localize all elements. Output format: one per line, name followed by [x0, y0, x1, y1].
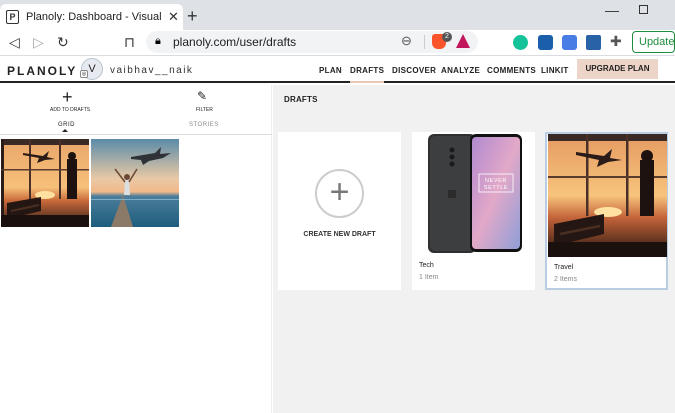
- tab-stories[interactable]: STORIES: [189, 122, 219, 128]
- grid-panel: + ADD TO DRAFTS ✎ FILTER GRID STORIES: [0, 85, 272, 413]
- magic-wand-icon[interactable]: ✎: [197, 89, 207, 103]
- url-text[interactable]: planoly.com/user/drafts: [173, 35, 296, 49]
- create-new-draft-card[interactable]: + CREATE NEW DRAFT: [278, 132, 401, 290]
- draft-name: Tech: [419, 262, 434, 269]
- draft-card-travel[interactable]: Travel 2 Items: [545, 132, 668, 290]
- svg-text:NEVER: NEVER: [485, 178, 507, 184]
- nav-linkit[interactable]: LINKIT: [541, 66, 569, 75]
- tab-grid[interactable]: GRID: [58, 122, 75, 128]
- active-tab-indicator: [62, 129, 68, 132]
- tab-title: Planoly: Dashboard - Visual plann: [26, 11, 164, 23]
- update-button[interactable]: Update: [632, 31, 675, 53]
- browser-tab-bar: P Planoly: Dashboard - Visual plann ✕ + …: [0, 0, 675, 30]
- upgrade-plan-button[interactable]: UPGRADE PLAN: [577, 59, 658, 79]
- close-icon[interactable]: ✕: [168, 9, 179, 25]
- draft-name: Travel: [554, 264, 574, 271]
- back-icon[interactable]: ◁: [9, 34, 20, 51]
- plus-icon[interactable]: +: [62, 87, 73, 108]
- extensions-puzzle-icon[interactable]: ✚: [610, 33, 625, 49]
- planoly-logo[interactable]: PLANOLY: [7, 64, 77, 78]
- translate-extension-icon[interactable]: [562, 35, 577, 50]
- minimize-icon[interactable]: —: [605, 2, 619, 18]
- nav-analyze[interactable]: ANALYZE: [441, 66, 480, 75]
- nav-plan[interactable]: PLAN: [319, 66, 342, 75]
- bookmark-icon[interactable]: ⊓: [124, 34, 135, 51]
- reload-icon[interactable]: ↻: [57, 34, 69, 51]
- divider: [424, 35, 425, 49]
- grid-post-airport-sunset[interactable]: [1, 139, 89, 227]
- draft-cover-phone-image: NEVER SETTLE: [412, 132, 535, 255]
- svg-text:SETTLE: SETTLE: [484, 185, 508, 191]
- instagram-icon: ◎: [80, 70, 88, 78]
- draft-cover-airport-image: [548, 134, 667, 257]
- new-tab-icon[interactable]: +: [187, 6, 198, 27]
- app-header: PLANOLY V ◎ vaibhav__naik PLAN DRAFTS DI…: [0, 56, 675, 83]
- search-zoom-icon[interactable]: ⊖: [401, 33, 412, 49]
- extension-icon[interactable]: [586, 35, 601, 50]
- nav-drafts[interactable]: DRAFTS: [350, 66, 385, 83]
- draft-item-count: 1 Item: [419, 274, 439, 281]
- draft-card-tech[interactable]: NEVER SETTLE Tech 1 Item: [412, 132, 535, 290]
- brave-rewards-icon[interactable]: [456, 34, 470, 48]
- browser-tab[interactable]: P Planoly: Dashboard - Visual plann ✕: [0, 4, 183, 30]
- lock-icon: 🔒︎: [155, 35, 161, 47]
- grid-post-beach-airplane[interactable]: [91, 139, 179, 227]
- shield-count-badge: 2: [442, 32, 452, 42]
- page-title: DRAFTS: [284, 95, 318, 104]
- plus-icon[interactable]: +: [315, 169, 364, 218]
- planoly-favicon-icon: P: [6, 10, 19, 24]
- draft-item-count: 2 Items: [554, 276, 577, 283]
- add-to-drafts-button[interactable]: ADD TO DRAFTS: [50, 107, 90, 113]
- nav-discover[interactable]: DISCOVER: [392, 66, 436, 75]
- divider: [0, 134, 272, 135]
- forward-icon[interactable]: ▷: [33, 34, 44, 51]
- nav-comments[interactable]: COMMENTS: [487, 66, 536, 75]
- grammarly-extension-icon[interactable]: [513, 35, 528, 50]
- drafts-panel: DRAFTS + CREATE NEW DRAFT NEVER SETTLE T…: [273, 85, 675, 413]
- create-new-draft-label: CREATE NEW DRAFT: [303, 231, 376, 238]
- maximize-icon[interactable]: [639, 5, 648, 14]
- extension-icon[interactable]: [538, 35, 553, 50]
- browser-toolbar: ◁ ▷ ↻ ⊓ 🔒︎ planoly.com/user/drafts ⊖ 2 ✚…: [0, 30, 675, 56]
- address-bar[interactable]: 🔒︎ planoly.com/user/drafts ⊖ 2: [146, 31, 478, 53]
- account-username[interactable]: vaibhav__naik: [110, 65, 193, 76]
- filter-button[interactable]: FILTER: [196, 107, 213, 113]
